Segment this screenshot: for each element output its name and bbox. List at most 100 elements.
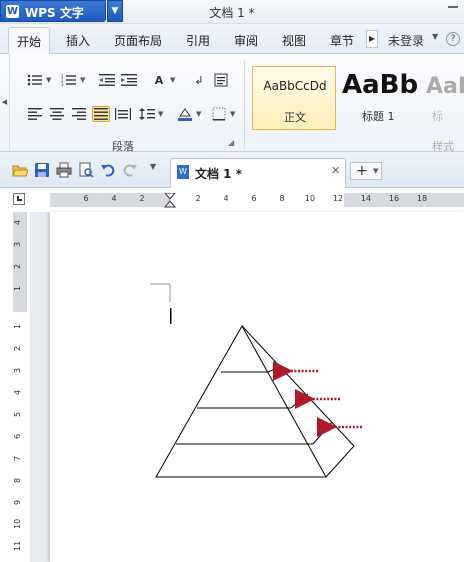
style-sample: AaB xyxy=(426,74,464,99)
numbered-list-dropdown-icon[interactable]: ▼ xyxy=(80,76,85,84)
ruler-tick: 6 xyxy=(251,194,257,203)
ruler-tick: 4 xyxy=(111,194,117,203)
align-center-icon[interactable] xyxy=(48,106,66,122)
ruler-tick: 10 xyxy=(13,518,22,530)
table-tools-icon[interactable] xyxy=(212,72,230,88)
ruler-tick: 10 xyxy=(304,194,316,203)
document-page[interactable] xyxy=(50,212,464,562)
ribbon: ◀ ▼ 123 ▼ A ▼ ↲ ▼ ▼ ▼ 段落 ◢ AaBbCcDd 正文 A… xyxy=(0,54,464,153)
document-workspace xyxy=(30,212,464,562)
ruler-tick: 6 xyxy=(83,194,89,203)
document-icon: W xyxy=(177,165,189,179)
tab-stop-selector[interactable] xyxy=(13,193,25,205)
margin-crop-mark xyxy=(150,283,171,302)
ribbon-scroll-left-icon[interactable]: ◀ xyxy=(0,54,10,150)
menu-tab-bar: 开始 插入 页面布局 引用 审阅 视图 章节 ▶ 未登录 ▼ ? xyxy=(0,24,464,55)
tab-insert[interactable]: 插入 xyxy=(66,32,90,49)
more-tabs-chevron-icon[interactable]: ▶ xyxy=(366,30,378,48)
numbered-list-icon[interactable]: 123 xyxy=(60,72,78,88)
style-heading-2[interactable]: AaB 标 xyxy=(422,66,464,130)
page-canvas xyxy=(150,283,364,478)
justify-icon[interactable] xyxy=(92,106,110,122)
show-hide-marks-icon[interactable]: ↲ xyxy=(190,72,208,88)
ruler-tick: 8 xyxy=(279,194,285,203)
group-divider xyxy=(244,60,245,148)
paragraph-dialog-launcher-icon[interactable]: ◢ xyxy=(228,138,234,147)
distributed-align-icon[interactable] xyxy=(114,106,132,122)
tab-home[interactable]: 开始 xyxy=(8,27,51,55)
tab-review[interactable]: 审阅 xyxy=(234,32,258,49)
align-right-icon[interactable] xyxy=(70,106,88,122)
tab-view[interactable]: 视图 xyxy=(282,32,306,49)
pointer-arrow xyxy=(295,389,342,409)
minimize-icon[interactable] xyxy=(448,6,458,8)
save-icon[interactable] xyxy=(34,162,50,178)
borders-icon[interactable] xyxy=(210,106,228,122)
print-preview-icon[interactable] xyxy=(78,162,94,178)
login-dropdown-icon[interactable]: ▼ xyxy=(432,32,438,41)
window-title: 文档 1 * xyxy=(209,6,255,20)
ruler-tick: 12 xyxy=(332,194,344,203)
pointer-arrow xyxy=(273,361,320,381)
shading-icon[interactable] xyxy=(176,106,194,122)
align-left-icon[interactable] xyxy=(26,106,44,122)
title-bar: W WPS 文字 ▼ 文档 1 * xyxy=(0,0,464,24)
ruler-tick: 11 xyxy=(13,540,22,552)
login-status[interactable]: 未登录 xyxy=(388,32,424,49)
ruler-tick: 4 xyxy=(13,219,22,225)
pointer-arrow xyxy=(317,417,364,437)
tab-references[interactable]: 引用 xyxy=(186,32,210,49)
ruler-tick: 4 xyxy=(223,194,229,203)
svg-text:3: 3 xyxy=(61,82,64,86)
new-tab-label: + xyxy=(356,163,368,179)
ruler-tick: 9 xyxy=(13,499,22,505)
line-spacing-icon[interactable] xyxy=(138,106,156,122)
style-heading-1[interactable]: AaBb( 标题 1 xyxy=(338,66,420,130)
ruler-tick: 3 xyxy=(13,241,22,247)
bullet-list-icon[interactable] xyxy=(26,72,44,88)
increase-indent-icon[interactable] xyxy=(120,72,138,88)
borders-dropdown-icon[interactable]: ▼ xyxy=(230,110,235,118)
ruler-tick: 16 xyxy=(388,194,400,203)
bullet-list-dropdown-icon[interactable]: ▼ xyxy=(46,76,51,84)
undo-icon[interactable] xyxy=(100,162,116,178)
redo-icon[interactable] xyxy=(122,162,138,178)
ruler-tick: 2 xyxy=(13,345,22,351)
style-sample: AaBbCcDd xyxy=(263,79,327,93)
chinese-layout-dropdown-icon[interactable]: ▼ xyxy=(170,76,175,84)
style-name: 正文 xyxy=(284,111,306,124)
ruler-tick: 2 xyxy=(195,194,201,203)
text-cursor xyxy=(170,308,172,324)
new-document-dropdown-icon[interactable]: ▼ xyxy=(373,163,378,179)
decrease-indent-icon[interactable] xyxy=(98,72,116,88)
ruler-tick: 2 xyxy=(13,263,22,269)
print-icon[interactable] xyxy=(56,162,72,178)
vertical-ruler[interactable]: 4 3 2 1 1 2 3 4 5 6 7 8 9 10 11 xyxy=(13,212,27,562)
ruler-tick: 4 xyxy=(13,389,22,395)
line-spacing-dropdown-icon[interactable]: ▼ xyxy=(158,110,163,118)
close-tab-icon[interactable]: ✕ xyxy=(331,164,340,177)
indent-marker-icon[interactable] xyxy=(164,193,176,209)
ruler-tick: 2 xyxy=(139,194,145,203)
style-normal[interactable]: AaBbCcDd 正文 xyxy=(252,66,336,130)
customize-toolbar-icon[interactable]: ▼ xyxy=(150,162,166,178)
ruler-tick: 18 xyxy=(416,194,428,203)
shading-dropdown-icon[interactable]: ▼ xyxy=(196,110,201,118)
style-name: 标题 1 xyxy=(362,110,395,123)
horizontal-ruler[interactable]: 6 4 2 2 4 6 8 10 12 14 16 18 xyxy=(50,193,464,209)
ruler-tick: 1 xyxy=(13,285,22,291)
tab-page-layout[interactable]: 页面布局 xyxy=(114,32,162,49)
left-tab-icon xyxy=(17,196,22,201)
new-document-button[interactable]: + ▼ xyxy=(350,162,382,180)
open-folder-icon[interactable] xyxy=(12,162,29,178)
ruler-tick: 3 xyxy=(13,367,22,373)
style-sample: AaBb( xyxy=(342,70,420,100)
quick-access-bar: ▼ W 文档 1 * ✕ + ▼ xyxy=(0,152,464,188)
document-tab-label: 文档 1 * xyxy=(195,167,242,181)
document-tab[interactable]: W 文档 1 * ✕ xyxy=(170,158,346,188)
ruler-tick: 5 xyxy=(13,411,22,417)
tab-chapter[interactable]: 章节 xyxy=(330,32,354,49)
ruler-tick: 1 xyxy=(13,323,22,329)
chinese-layout-icon[interactable]: A xyxy=(150,72,168,88)
help-icon[interactable]: ? xyxy=(446,32,460,46)
